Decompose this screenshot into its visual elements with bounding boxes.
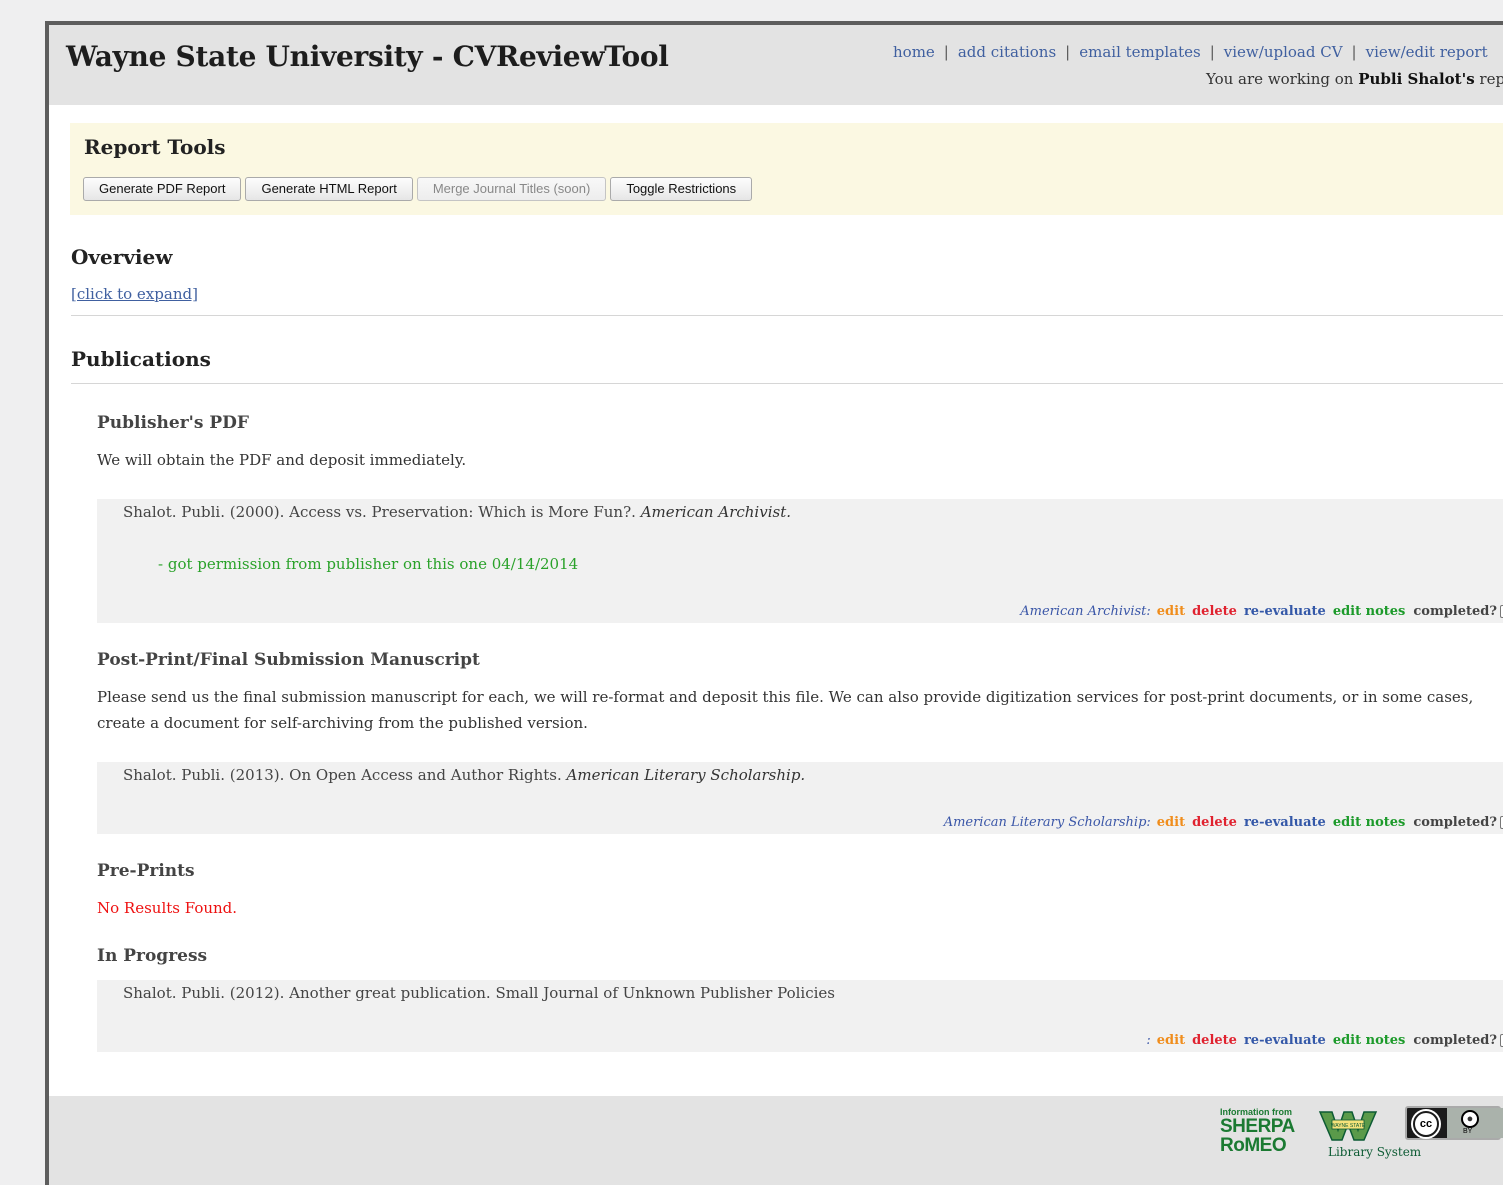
toggle-restrictions-button[interactable]: Toggle Restrictions bbox=[610, 177, 753, 201]
working-prefix: You are working on bbox=[1206, 70, 1359, 88]
no-results-message: No Results Found. bbox=[97, 899, 238, 917]
journal-label: American Literary Scholarship: bbox=[943, 815, 1151, 830]
postprint-description: Please send us the final submission manu… bbox=[97, 688, 1474, 732]
re-evaluate-link[interactable]: re-evaluate bbox=[1244, 1033, 1326, 1048]
person-icon: ● bbox=[1461, 1110, 1479, 1128]
wsu-library-logo[interactable]: WAYNE STATE Library System bbox=[1318, 1108, 1421, 1162]
delete-link[interactable]: delete bbox=[1192, 1033, 1237, 1048]
citation-main: Shalot. Publi. (2013). On Open Access an… bbox=[123, 766, 567, 784]
delete-link[interactable]: delete bbox=[1192, 604, 1237, 619]
cc-icon: cc bbox=[1413, 1111, 1439, 1137]
nav-add-citations[interactable]: add citations bbox=[958, 43, 1056, 61]
delete-link[interactable]: delete bbox=[1192, 815, 1237, 830]
nav-separator: | bbox=[1065, 43, 1071, 61]
citation-note: - got permission from publisher on this … bbox=[158, 555, 579, 573]
edit-notes-link[interactable]: edit notes bbox=[1333, 1033, 1406, 1048]
creative-commons-badge[interactable]: cc ● BY bbox=[1405, 1106, 1503, 1140]
nav-separator: | bbox=[943, 43, 949, 61]
wsu-shield-text: WAYNE STATE bbox=[1331, 1123, 1366, 1129]
edit-notes-link[interactable]: edit notes bbox=[1333, 604, 1406, 619]
header: Wayne State University - CVReviewTool ho… bbox=[49, 25, 1503, 105]
wsu-shield-icon: WAYNE STATE bbox=[1318, 1111, 1378, 1141]
top-nav: home | add citations | email templates | view/… bbox=[893, 43, 1488, 61]
publishers-pdf-title: Publisher's PDF bbox=[97, 413, 249, 433]
citation-main: Shalot. Publi. (2000). Access vs. Preser… bbox=[123, 503, 641, 521]
re-evaluate-link[interactable]: re-evaluate bbox=[1244, 815, 1326, 830]
publications-title: Publications bbox=[71, 347, 211, 371]
completed-label: completed? bbox=[1413, 815, 1497, 830]
generate-html-report-button[interactable]: Generate HTML Report bbox=[245, 177, 413, 201]
romeo-text: RoMEO bbox=[1220, 1135, 1287, 1156]
divider bbox=[71, 383, 1503, 384]
working-name: Publi Shalot's bbox=[1358, 70, 1475, 88]
nav-view-upload-cv[interactable]: view/upload CV bbox=[1224, 43, 1343, 61]
nav-home[interactable]: home bbox=[893, 43, 935, 61]
nav-view-edit-report[interactable]: view/edit report bbox=[1366, 43, 1488, 61]
citation-item: Shalot. Publi. (2000). Access vs. Preser… bbox=[97, 499, 1503, 623]
by-text: BY bbox=[1463, 1128, 1473, 1135]
in-progress-title: In Progress bbox=[97, 946, 208, 966]
divider bbox=[71, 315, 1503, 316]
citation-journal: American Archivist. bbox=[640, 503, 791, 521]
working-suffix: report bbox=[1479, 70, 1503, 88]
footer: Information from SHERPA RoMEO WAYNE STAT… bbox=[49, 1096, 1503, 1185]
citation-text: Shalot. Publi. (2000). Access vs. Preser… bbox=[123, 503, 791, 521]
by-panel: ● BY bbox=[1447, 1108, 1503, 1138]
preprints-title: Pre-Prints bbox=[97, 861, 195, 881]
edit-notes-link[interactable]: edit notes bbox=[1333, 815, 1406, 830]
re-evaluate-link[interactable]: re-evaluate bbox=[1244, 604, 1326, 619]
completed-label: completed? bbox=[1413, 1033, 1497, 1048]
citation-text: Shalot. Publi. (2013). On Open Access an… bbox=[123, 766, 805, 784]
journal-label: American Archivist: bbox=[1020, 604, 1151, 619]
site-title: Wayne State University - CVReviewTool bbox=[66, 40, 669, 73]
overview-expand-link[interactable]: [click to expand] bbox=[71, 285, 198, 303]
citation-actions: American Archivist: edit delete re-evalu… bbox=[1020, 604, 1503, 619]
publishers-pdf-description: We will obtain the PDF and deposit immed… bbox=[97, 451, 467, 469]
journal-label: : bbox=[1146, 1033, 1151, 1048]
edit-link[interactable]: edit bbox=[1157, 604, 1185, 619]
citation-item: Shalot. Publi. (2012). Another great pub… bbox=[97, 980, 1503, 1052]
sherpa-romeo-logo[interactable]: Information from SHERPA RoMEO bbox=[1220, 1107, 1310, 1161]
report-tools-title: Report Tools bbox=[84, 135, 226, 159]
nav-separator: | bbox=[1351, 43, 1357, 61]
nav-email-templates[interactable]: email templates bbox=[1079, 43, 1200, 61]
citation-actions: American Literary Scholarship: edit dele… bbox=[944, 815, 1503, 830]
citation-item: Shalot. Publi. (2013). On Open Access an… bbox=[97, 762, 1503, 834]
report-tools-buttons: Generate PDF Report Generate HTML Report… bbox=[83, 177, 753, 201]
completed-label: completed? bbox=[1413, 604, 1497, 619]
citation-text: Shalot. Publi. (2012). Another great pub… bbox=[123, 984, 836, 1002]
edit-link[interactable]: edit bbox=[1157, 1033, 1185, 1048]
citation-journal: American Literary Scholarship. bbox=[566, 766, 806, 784]
working-on-status: You are working on Publi Shalot's report bbox=[1206, 70, 1503, 88]
page: Wayne State University - CVReviewTool ho… bbox=[45, 21, 1503, 1185]
report-tools-panel: Report Tools Generate PDF Report Generat… bbox=[70, 123, 1503, 215]
edit-link[interactable]: edit bbox=[1157, 815, 1185, 830]
merge-journal-titles-button: Merge Journal Titles (soon) bbox=[416, 177, 607, 201]
nav-separator: | bbox=[1209, 43, 1215, 61]
generate-pdf-report-button[interactable]: Generate PDF Report bbox=[83, 177, 242, 201]
library-system-text: Library System bbox=[1328, 1145, 1422, 1159]
sherpa-text: SHERPA bbox=[1220, 1116, 1295, 1137]
postprint-title: Post-Print/Final Submission Manuscript bbox=[97, 650, 480, 670]
overview-title: Overview bbox=[71, 245, 173, 269]
citation-actions: : edit delete re-evaluate edit notes com… bbox=[1146, 1033, 1503, 1048]
